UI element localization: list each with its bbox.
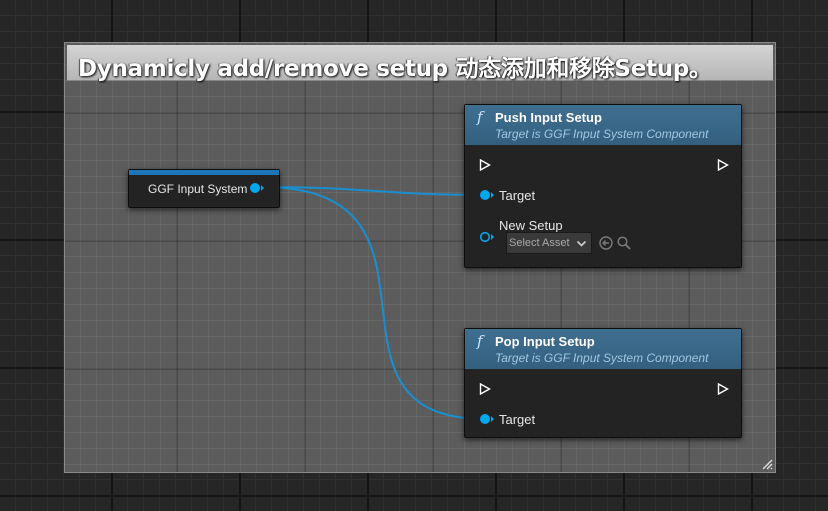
- ggf-input-system-node[interactable]: GGF Input System: [128, 169, 280, 208]
- push-input-setup-node[interactable]: f Push Input Setup Target is GGF Input S…: [464, 104, 742, 268]
- target-input-pin-icon[interactable]: [479, 189, 495, 201]
- resize-grip-icon[interactable]: [761, 458, 773, 470]
- node-header-bar: [129, 170, 279, 175]
- exec-input-pin-icon[interactable]: [479, 383, 491, 395]
- node-title: Pop Input Setup: [495, 334, 595, 349]
- new-setup-input-pin-icon[interactable]: [479, 231, 495, 243]
- use-selected-asset-icon[interactable]: [599, 236, 613, 250]
- target-pin-label: Target: [499, 412, 536, 427]
- exec-input-pin-icon[interactable]: [479, 159, 491, 171]
- object-output-pin-icon[interactable]: [249, 182, 265, 194]
- ggf-input-system-label: GGF Input System: [148, 182, 248, 196]
- node-header: f Pop Input Setup Target is GGF Input Sy…: [465, 329, 741, 369]
- new-setup-pin-label: New Setup: [499, 218, 563, 233]
- exec-output-pin-icon[interactable]: [717, 159, 729, 171]
- browse-asset-search-icon[interactable]: [617, 236, 631, 250]
- comment-title[interactable]: Dynamicly add/remove setup 动态添加和移除Setup。: [78, 49, 712, 83]
- asset-select-value: Select Asset: [509, 237, 570, 249]
- chevron-down-icon: [576, 240, 587, 247]
- exec-output-pin-icon[interactable]: [717, 383, 729, 395]
- node-subtitle: Target is GGF Input System Component: [495, 351, 709, 365]
- asset-select-dropdown[interactable]: Select Asset: [506, 232, 592, 254]
- node-header: f Push Input Setup Target is GGF Input S…: [465, 105, 741, 145]
- target-pin-label: Target: [499, 188, 536, 203]
- node-title: Push Input Setup: [495, 110, 602, 125]
- function-icon: f: [477, 108, 483, 126]
- function-icon: f: [477, 332, 483, 350]
- node-subtitle: Target is GGF Input System Component: [495, 127, 709, 141]
- pop-input-setup-node[interactable]: f Pop Input Setup Target is GGF Input Sy…: [464, 328, 742, 438]
- comment-header[interactable]: Dynamicly add/remove setup 动态添加和移除Setup。: [67, 45, 773, 83]
- target-input-pin-icon[interactable]: [479, 413, 495, 425]
